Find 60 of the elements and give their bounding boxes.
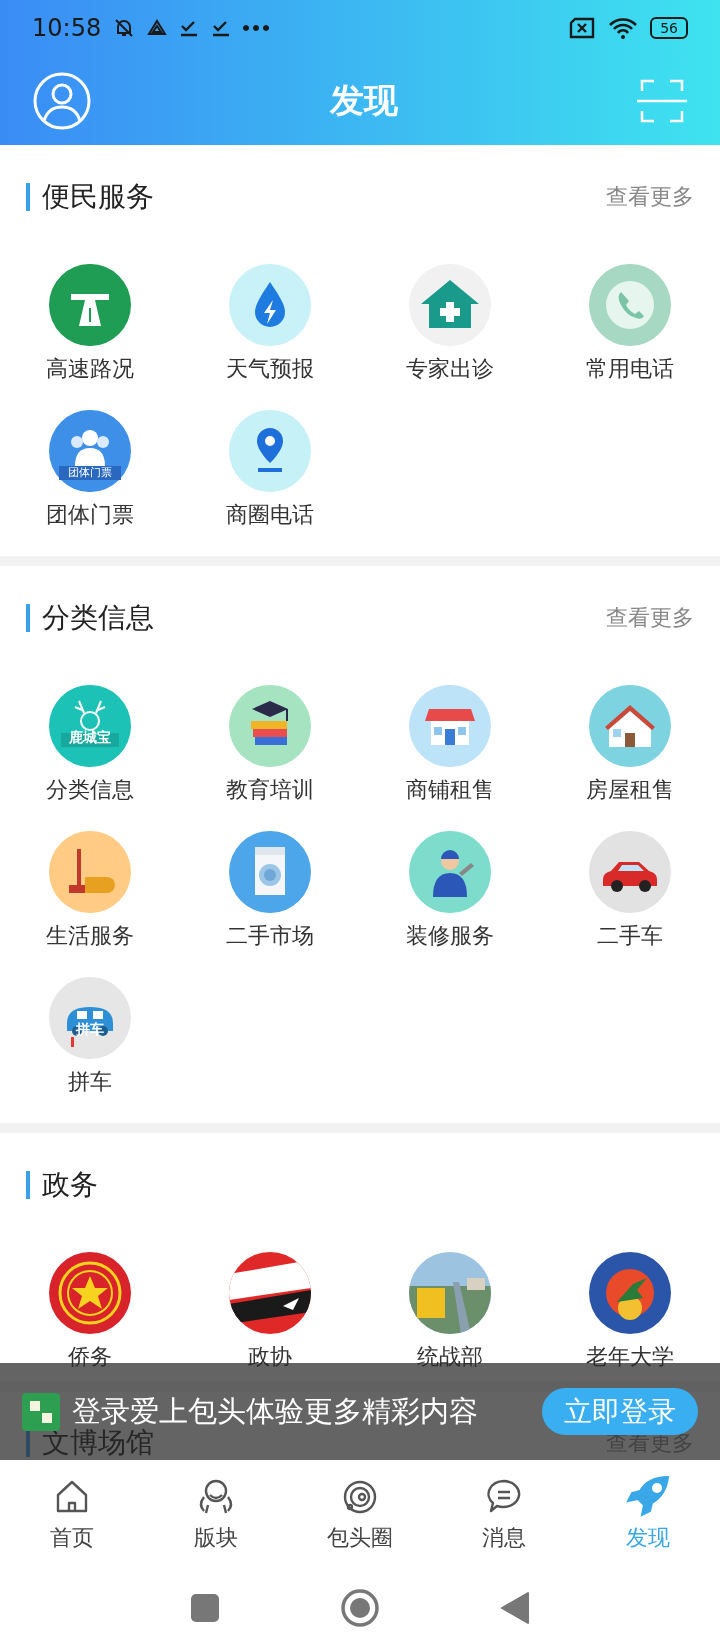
triangle-icon (147, 18, 168, 38)
service-label[interactable]: 装修服务 (406, 923, 494, 949)
section-title: 政务 (42, 1167, 99, 1203)
download-check-icon (211, 18, 232, 38)
service-label[interactable]: 教育培训 (226, 777, 314, 803)
service-label[interactable]: 房屋租售 (586, 777, 674, 803)
user-avatar-icon[interactable] (32, 70, 92, 131)
location-pin-icon[interactable] (229, 410, 311, 492)
books-icon[interactable] (229, 685, 311, 767)
people-icon[interactable] (49, 410, 131, 492)
deer-icon[interactable] (49, 685, 131, 767)
road-icon[interactable] (49, 264, 131, 346)
wifi-icon (608, 17, 639, 39)
section-title: 分类信息 (42, 600, 155, 636)
service-label[interactable]: 二手市场 (226, 923, 314, 949)
storefront-icon[interactable] (409, 685, 491, 767)
recents-icon[interactable] (190, 1592, 220, 1623)
more-dots-icon (243, 25, 270, 31)
service-label[interactable]: 团体门票 (46, 502, 134, 528)
icon-caption: 团体门票 (67, 465, 113, 480)
nav-tab[interactable]: 版块 (144, 1460, 288, 1565)
section-title: 文博场馆 (42, 1429, 155, 1457)
vacuum-cleaner-icon[interactable] (49, 831, 131, 913)
view-more-link[interactable]: 查看更多 (606, 182, 694, 212)
washing-machine-icon[interactable] (229, 831, 311, 913)
icon-caption: 鹿城宝 (68, 729, 112, 747)
service-label[interactable]: 高速路况 (46, 356, 134, 382)
app-logo-icon (22, 1392, 60, 1431)
clinic-icon[interactable] (409, 264, 491, 346)
nav-tab[interactable]: 消息 (432, 1460, 576, 1565)
service-label[interactable]: 商圈电话 (226, 502, 314, 528)
back-icon[interactable] (500, 1590, 530, 1625)
service-label[interactable]: 老年大学 (586, 1344, 674, 1370)
nav-tab[interactable]: 首页 (0, 1460, 144, 1565)
service-label[interactable]: 商铺租售 (406, 777, 494, 803)
service-label[interactable]: 二手车 (597, 923, 663, 949)
service-label[interactable]: 分类信息 (46, 777, 134, 803)
nav-tab[interactable]: 包头圈 (288, 1460, 432, 1565)
car-icon[interactable] (589, 831, 671, 913)
status-time: 10:58 (32, 14, 102, 42)
service-label[interactable]: 常用电话 (586, 356, 674, 382)
service-label[interactable]: 统战部 (417, 1344, 483, 1370)
battery-indicator: 56 (650, 17, 688, 39)
download-check-icon (179, 18, 200, 38)
no-sim-icon (568, 17, 597, 39)
raindrop-icon[interactable] (229, 264, 311, 346)
service-label[interactable]: 政协 (248, 1344, 292, 1370)
worker-icon[interactable] (409, 831, 491, 913)
service-label[interactable]: 生活服务 (46, 923, 134, 949)
section-title: 便民服务 (42, 179, 155, 215)
icon-caption: 拼车 (75, 1021, 105, 1039)
service-label[interactable]: 拼车 (68, 1069, 112, 1095)
service-label[interactable]: 专家出诊 (406, 356, 494, 382)
home-button-icon[interactable] (340, 1587, 380, 1628)
banner-text: 登录爱上包头体验更多精彩内容 (72, 1392, 479, 1428)
page-title: 发现 (330, 78, 398, 122)
house-icon[interactable] (589, 685, 671, 767)
service-label[interactable]: 天气预报 (226, 356, 314, 382)
view-more-link[interactable]: 查看更多 (606, 603, 694, 633)
service-label[interactable]: 侨务 (68, 1344, 112, 1370)
